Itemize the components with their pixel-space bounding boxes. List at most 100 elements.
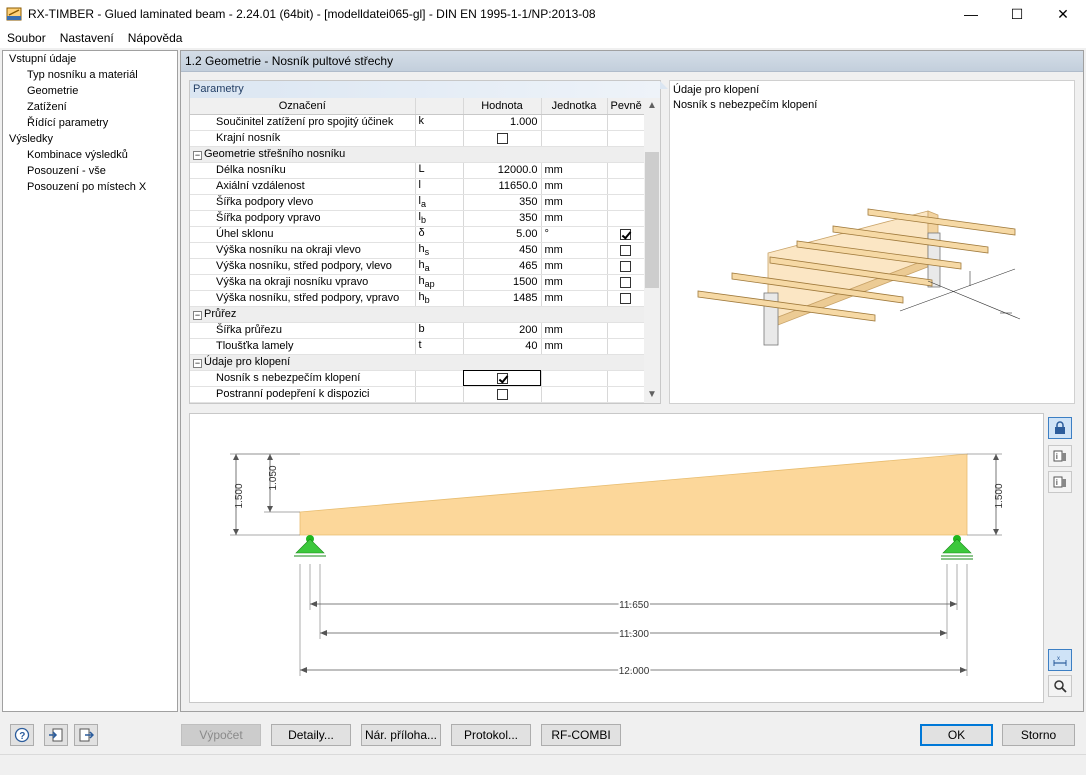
parameter-fixed[interactable] [607,242,645,259]
parameter-value-checkbox-cell[interactable] [463,386,542,403]
scroll-thumb[interactable] [645,152,659,288]
collapse-icon[interactable]: − [193,311,202,320]
parameters-table: Označení Hodnota Jednotka Pevně Součinit… [190,98,645,403]
value-checkbox[interactable] [496,372,508,384]
parameter-value[interactable]: 5.00 [463,226,542,243]
parameter-value[interactable]: 1485 [463,290,542,307]
title-bar: RX-TIMBER - Glued laminated beam - 2.24.… [0,0,1086,28]
details-button[interactable]: Detaily... [271,724,351,746]
lock-view-button[interactable] [1048,417,1072,439]
value-checkbox[interactable] [496,388,508,400]
menu-file[interactable]: Soubor [0,31,53,45]
nav-input-data[interactable]: Vstupní údaje [3,51,177,67]
ok-button[interactable]: OK [920,724,993,746]
table-row[interactable]: Tloušťka lamely t 40 mm [190,338,645,355]
value-checkbox[interactable] [496,132,508,144]
parameter-value[interactable]: 1.000 [463,114,542,131]
parameter-value-checkbox-cell[interactable] [463,370,542,387]
parameter-value[interactable]: 1500 [463,274,542,291]
export-button[interactable] [74,724,98,746]
parameter-value-checkbox-cell[interactable] [463,130,542,147]
menu-settings[interactable]: Nastavení [53,31,121,45]
table-header-row: Označení Hodnota Jednotka Pevně [190,98,645,115]
group-cell[interactable]: − Údaje pro klopení [190,354,644,371]
table-group-row[interactable]: − Údaje pro klopení [190,354,644,371]
import-button[interactable] [44,724,68,746]
national-annex-button[interactable]: Nár. příloha... [361,724,441,746]
fixed-checkbox[interactable] [620,228,631,240]
fixed-checkbox[interactable] [620,244,631,256]
report-button[interactable]: Protokol... [451,724,531,746]
parameter-value[interactable]: 40 [463,338,542,355]
table-row[interactable]: Šířka podpory vpravo lb 350 mm [190,210,645,227]
maximize-button[interactable]: ☐ [994,0,1040,28]
parameter-value[interactable]: 200 [463,322,542,339]
parameter-symbol [415,386,464,403]
table-group-row[interactable]: − Geometrie střešního nosníku [190,146,644,163]
group-cell[interactable]: − Geometrie střešního nosníku [190,146,644,163]
info-button-2[interactable]: i [1048,471,1072,493]
parameter-fixed[interactable] [607,258,645,275]
parameter-fixed[interactable] [607,274,645,291]
table-row[interactable]: Výška na okraji nosníku vpravo hap 1500 mm [190,274,645,291]
drawing-toolbar: i i x [1045,413,1075,703]
symbol-main: L [418,162,425,175]
parameter-name: Výška na okraji nosníku vpravo [190,274,416,291]
nav-loads[interactable]: Zatížení [3,99,177,115]
close-button[interactable]: ✕ [1040,0,1086,28]
table-row[interactable]: Výška nosníku, střed podpory, vlevo ha 465… [190,258,645,275]
nav-design-all[interactable]: Posouzení - vše [3,163,177,179]
table-row[interactable]: Úhel sklonu δ 5.00 ° [190,226,645,243]
cancel-button[interactable]: Storno [1002,724,1075,746]
table-row[interactable]: Součinitel zatížení pro spojitý účinek k 1… [190,114,645,131]
table-row[interactable]: Nosník s nebezpečím klopení [190,370,645,387]
nav-design-by-location[interactable]: Posouzení po místech X [3,179,177,195]
parameters-scrollbar[interactable]: ▲ ▼ [644,98,660,403]
table-row[interactable]: Výška nosníku na okraji vlevo hs 450 mm [190,242,645,259]
help-button[interactable]: ? [10,724,34,746]
parameter-value[interactable]: 12000.0 [463,162,542,179]
info-button-1[interactable]: i [1048,445,1072,467]
nav-result-combinations[interactable]: Kombinace výsledků [3,147,177,163]
minimize-button[interactable]: — [948,0,994,28]
parameter-value[interactable]: 450 [463,242,542,259]
table-row[interactable]: Délka nosníku L 12000.0 mm [190,162,645,179]
collapse-icon[interactable]: − [193,151,202,160]
parameter-unit [541,130,608,147]
parameter-value[interactable]: 11650.0 [463,178,542,195]
table-row[interactable]: Postranní podepření k dispozici [190,386,645,403]
parameter-value[interactable]: 350 [463,194,542,211]
beam-shape [299,453,968,536]
group-cell[interactable]: − Průřez [190,306,644,323]
nav-results[interactable]: Výsledky [3,131,177,147]
table-row[interactable]: Šířka podpory vlevo la 350 mm [190,194,645,211]
nav-beam-type-material[interactable]: Typ nosníku a materiál [3,67,177,83]
table-row[interactable]: Krajní nosník [190,130,645,147]
nav-control-parameters[interactable]: Řídící parametry [3,115,177,131]
calculate-button[interactable]: Výpočet [181,724,261,746]
table-row[interactable]: Šířka průřezu b 200 mm [190,322,645,339]
table-group-row[interactable]: − Průřez [190,306,644,323]
scroll-down-arrow-icon[interactable]: ▼ [644,387,660,403]
parameter-value[interactable]: 465 [463,258,542,275]
dim-right: 1.500 [994,483,1005,508]
menu-help[interactable]: Nápověda [121,31,190,45]
parameter-fixed[interactable] [607,226,645,243]
parameter-unit [541,386,608,403]
rf-combi-button[interactable]: RF-COMBI [541,724,621,746]
nav-geometry[interactable]: Geometrie [3,83,177,99]
parameter-name: Tloušťka lamely [190,338,416,355]
parameter-fixed[interactable] [607,290,645,307]
scroll-up-arrow-icon[interactable]: ▲ [644,98,660,114]
view-options-button[interactable] [1048,675,1072,697]
table-row[interactable]: Výška nosníku, střed podpory, vpravo hb 14… [190,290,645,307]
fixed-checkbox[interactable] [620,292,631,304]
table-row[interactable]: Axiální vzdálenost l 11650.0 mm [190,178,645,195]
parameters-panel-title: Parametry [190,81,660,98]
dimension-toggle-button[interactable]: x [1048,649,1072,671]
fixed-checkbox[interactable] [620,260,631,272]
parameter-value[interactable]: 350 [463,210,542,227]
fixed-checkbox[interactable] [620,276,631,288]
parameter-symbol: ha [415,258,464,275]
collapse-icon[interactable]: − [193,359,202,368]
